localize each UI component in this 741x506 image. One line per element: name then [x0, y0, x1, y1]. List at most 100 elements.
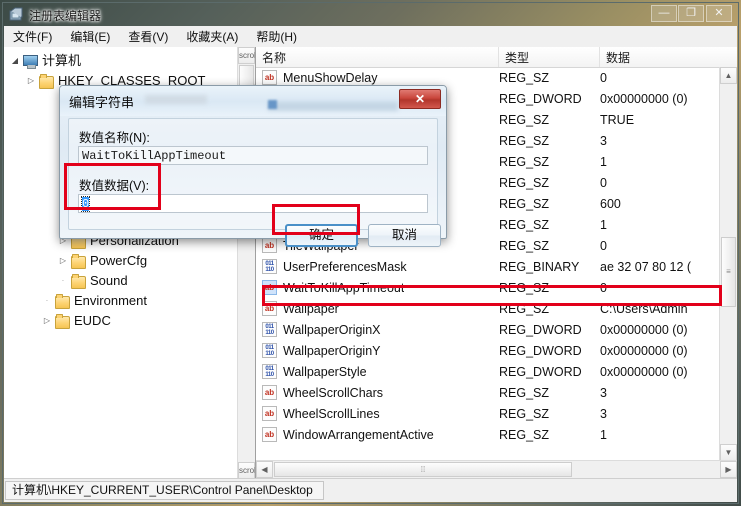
ok-button[interactable]: 确定 [285, 224, 358, 247]
table-row[interactable]: ab WheelScrollChars REG_SZ 3 [256, 382, 720, 403]
cancel-button[interactable]: 取消 [368, 224, 441, 247]
cell-data: 0x00000000 (0) [600, 364, 688, 379]
string-value-icon: ab [262, 427, 277, 442]
value-data-label: 数值数据(V): [79, 179, 150, 193]
tree-node-label: 计算机 [42, 53, 82, 68]
cell-name-label: Wallpaper [283, 301, 339, 316]
cell-name-label: WallpaperOriginY [283, 343, 381, 358]
tree-node[interactable]: ▷ PowerCfg [4, 251, 238, 271]
cell-type: REG_SZ [499, 406, 550, 421]
table-row[interactable]: ab WindowArrangementActive REG_SZ 1 [256, 424, 720, 445]
list-horizontal-scrollbar[interactable]: ◀ ⁞⁞ ▶ [256, 460, 737, 479]
cell-type: REG_SZ [499, 301, 550, 316]
value-data-input[interactable]: 0 [78, 194, 428, 213]
column-header-name[interactable]: 名称 [256, 47, 499, 67]
cell-type: REG_SZ [499, 385, 550, 400]
menu-view[interactable]: 查看(V) [119, 27, 177, 47]
list-scroll-down-arrow-icon[interactable]: ▼ [720, 444, 737, 461]
tree-node[interactable]: ◢ 计算机 [4, 51, 238, 71]
table-row[interactable]: 011 110 WallpaperOriginX REG_DWORD 0x0000000… [256, 319, 720, 340]
menu-favorites[interactable]: 收藏夹(A) [177, 27, 247, 47]
menu-help[interactable]: 帮助(H) [247, 27, 306, 47]
cell-data: 1 [600, 427, 607, 442]
cell-type: REG_SZ [499, 280, 550, 295]
cell-name-label: MenuShowDelay [283, 70, 378, 85]
binary-value-icon: 011110 [262, 343, 277, 358]
tree-node-label: PowerCfg [90, 253, 148, 268]
dialog-title: 编辑字符串 [69, 95, 135, 110]
folder-icon [54, 313, 70, 329]
desktop-background: 注册表编辑器 — ❐ ✕ 文件(F) 编辑(E) 查看(V) 收藏夹(A) 帮助… [0, 0, 741, 506]
cell-data: 0x00000000 (0) [600, 322, 688, 337]
menu-edit[interactable]: 编辑(E) [61, 27, 119, 47]
table-row[interactable]: 011 110 UserPreferencesMask REG_BINARY ae 32… [256, 256, 720, 277]
column-header-type[interactable]: 类型 [499, 47, 600, 67]
scroll-up-arrow-icon[interactable]: scroll-up-arrow [238, 47, 255, 90]
cell-name-label: WheelScrollLines [283, 406, 380, 421]
tree-node[interactable]: · Sound [4, 271, 238, 291]
scroll-right-arrow-icon[interactable]: ▶ [720, 461, 737, 478]
status-bar-path: 计算机\HKEY_CURRENT_USER\Control Panel\Desk… [5, 481, 324, 500]
expand-arrow-closed-icon[interactable]: ▷ [56, 251, 70, 271]
cell-type: REG_SZ [499, 112, 550, 127]
string-value-icon: ab [262, 238, 277, 253]
dialog-title-bar: 编辑字符串 ✕ [60, 86, 446, 116]
window-title: 注册表编辑器 [29, 9, 102, 23]
cell-data: 600 [600, 196, 621, 211]
menu-file[interactable]: 文件(F) [4, 27, 61, 47]
binary-value-icon: 011110 [262, 322, 277, 337]
list-scroll-up-arrow-icon[interactable]: ▲ [720, 67, 737, 84]
expand-arrow-closed-icon[interactable]: ▷ [24, 71, 38, 91]
scroll-down-arrow-icon[interactable]: scroll-down-arrow [238, 462, 255, 479]
horizontal-scrollbar-thumb[interactable]: ⁞⁞ [274, 462, 572, 477]
maximize-button[interactable]: ❐ [678, 5, 704, 22]
cell-name: ab WaitToKillAppTimeout [256, 280, 499, 295]
table-row[interactable]: 011 110 WallpaperOriginY REG_DWORD 0x0000000… [256, 340, 720, 361]
string-value-icon: ab [262, 385, 277, 400]
table-row[interactable]: ab WheelScrollLines REG_SZ 3 [256, 403, 720, 424]
cell-data: 3 [600, 385, 607, 400]
cell-data: 1 [600, 154, 607, 169]
cell-name-label: WindowArrangementActive [283, 427, 434, 442]
tree-node-label: Sound [90, 273, 128, 288]
binary-value-icon: 011110 [262, 259, 277, 274]
cell-data: 0 [600, 238, 607, 253]
list-scrollbar-thumb[interactable]: ≡ [721, 237, 736, 307]
column-header-data[interactable]: 数据 [600, 47, 737, 67]
cell-data: TRUE [600, 112, 635, 127]
cell-type: REG_BINARY [499, 259, 580, 274]
tree-node-label: Environment [74, 293, 147, 308]
cell-name: 011 110 WallpaperStyle [256, 364, 499, 379]
expand-arrow-closed-icon[interactable]: ▷ [40, 311, 54, 331]
folder-icon [54, 293, 70, 309]
cell-data: 0 [600, 70, 607, 85]
cell-type: REG_DWORD [499, 343, 582, 358]
cell-data: 3 [600, 133, 607, 148]
cell-name: ab MenuShowDelay [256, 70, 499, 85]
scroll-left-arrow-icon[interactable]: ◀ [256, 461, 273, 478]
tree-leaf-marker-icon: · [61, 276, 65, 285]
cell-name: ab WheelScrollLines [256, 406, 499, 421]
cell-data: 0x00000000 (0) [600, 91, 688, 106]
table-row[interactable]: ab WaitToKillAppTimeout REG_SZ 0 [256, 277, 720, 298]
close-button[interactable]: ✕ [706, 5, 732, 22]
tree-node[interactable]: · Environment [4, 291, 238, 311]
expand-arrow-open-icon[interactable]: ◢ [8, 51, 22, 71]
string-value-icon: ab [262, 406, 277, 421]
minimize-button[interactable]: — [651, 5, 677, 22]
edit-string-dialog: 编辑字符串 ✕ 数值名称(N): WaitToKillAppTimeout 数值… [59, 85, 447, 247]
tree-node[interactable]: ▷ EUDC [4, 311, 238, 331]
table-row[interactable]: 011 110 WallpaperStyle REG_DWORD 0x00000000 … [256, 361, 720, 382]
list-vertical-scrollbar[interactable]: ▲ ≡ ▼ [719, 67, 737, 461]
cell-data: 0x00000000 (0) [600, 343, 688, 358]
table-row[interactable]: ab Wallpaper REG_SZ C:\Users\Admin [256, 298, 720, 319]
blurred-artifact [145, 95, 207, 104]
menu-bar: 文件(F) 编辑(E) 查看(V) 收藏夹(A) 帮助(H) [4, 26, 737, 48]
value-name-input[interactable]: WaitToKillAppTimeout [78, 146, 428, 165]
dialog-close-button[interactable]: ✕ [399, 89, 441, 109]
cell-data: 0 [600, 280, 607, 295]
cell-type: REG_DWORD [499, 322, 582, 337]
string-value-icon: ab [262, 301, 277, 316]
cell-name: ab Wallpaper [256, 301, 499, 316]
cell-type: REG_SZ [499, 217, 550, 232]
